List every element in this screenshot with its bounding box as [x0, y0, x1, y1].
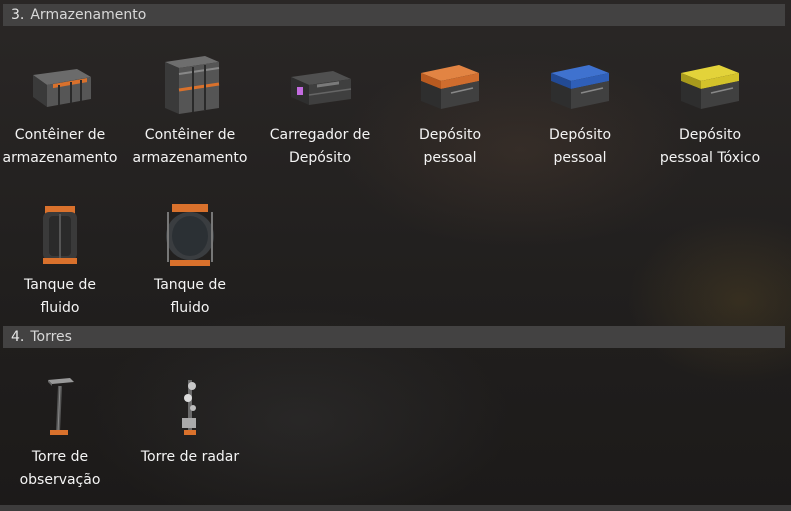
section-header-torres[interactable]: 4. Torres	[3, 326, 785, 348]
build-item-label: Depósito pessoal	[418, 127, 482, 166]
bottom-bar	[0, 505, 791, 511]
build-item-personal-box-blue[interactable]: Depósito pessoal	[518, 52, 642, 170]
radar-tower-icon	[155, 374, 225, 440]
build-item-storage-container-small[interactable]: Contêiner de armazenamento	[0, 52, 122, 170]
build-item-fluid-tank-small[interactable]: Tanque de fluido	[0, 202, 122, 320]
orange-personal-box-icon	[415, 52, 485, 118]
build-item-fluid-tank-large[interactable]: Tanque de fluido	[128, 202, 252, 320]
build-item-label: Tanque de fluido	[153, 277, 226, 316]
build-item-storage-container-large[interactable]: Contêiner de armazenamento	[128, 52, 252, 170]
fluid-tank-small-icon	[25, 202, 95, 268]
depot-loader-icon	[285, 52, 355, 118]
blue-personal-box-icon	[545, 52, 615, 118]
build-item-personal-box-toxic[interactable]: Depósito pessoal Tóxico	[648, 52, 772, 170]
build-item-label: Contêiner de armazenamento	[2, 127, 118, 166]
section-number: 4.	[11, 329, 25, 345]
build-item-radar-tower[interactable]: Torre de radar	[128, 374, 252, 469]
build-item-label: Carregador de Depósito	[269, 127, 371, 166]
fluid-tank-large-icon	[155, 202, 225, 268]
yellow-toxic-box-icon	[675, 52, 745, 118]
storage-container-large-icon	[155, 52, 225, 118]
build-item-label: Tanque de fluido	[23, 277, 96, 316]
build-item-personal-box-orange[interactable]: Depósito pessoal	[388, 52, 512, 170]
build-item-label: Torre de observação	[19, 449, 101, 488]
section-number: 3.	[11, 7, 25, 23]
section-header-armazenamento[interactable]: 3. Armazenamento	[3, 4, 785, 26]
section-title: Torres	[30, 329, 72, 345]
lookout-tower-icon	[25, 374, 95, 440]
build-item-lookout-tower[interactable]: Torre de observação	[0, 374, 122, 492]
build-item-label: Depósito pessoal	[548, 127, 612, 166]
build-item-depot-loader[interactable]: Carregador de Depósito	[258, 52, 382, 170]
build-item-label: Torre de radar	[140, 449, 240, 465]
build-item-label: Contêiner de armazenamento	[132, 127, 248, 166]
build-menu-panel: 3. Armazenamento Contêiner de armazename…	[0, 0, 791, 511]
build-item-label: Depósito pessoal Tóxico	[659, 127, 761, 166]
section-title: Armazenamento	[30, 7, 147, 23]
storage-container-small-icon	[25, 52, 95, 118]
